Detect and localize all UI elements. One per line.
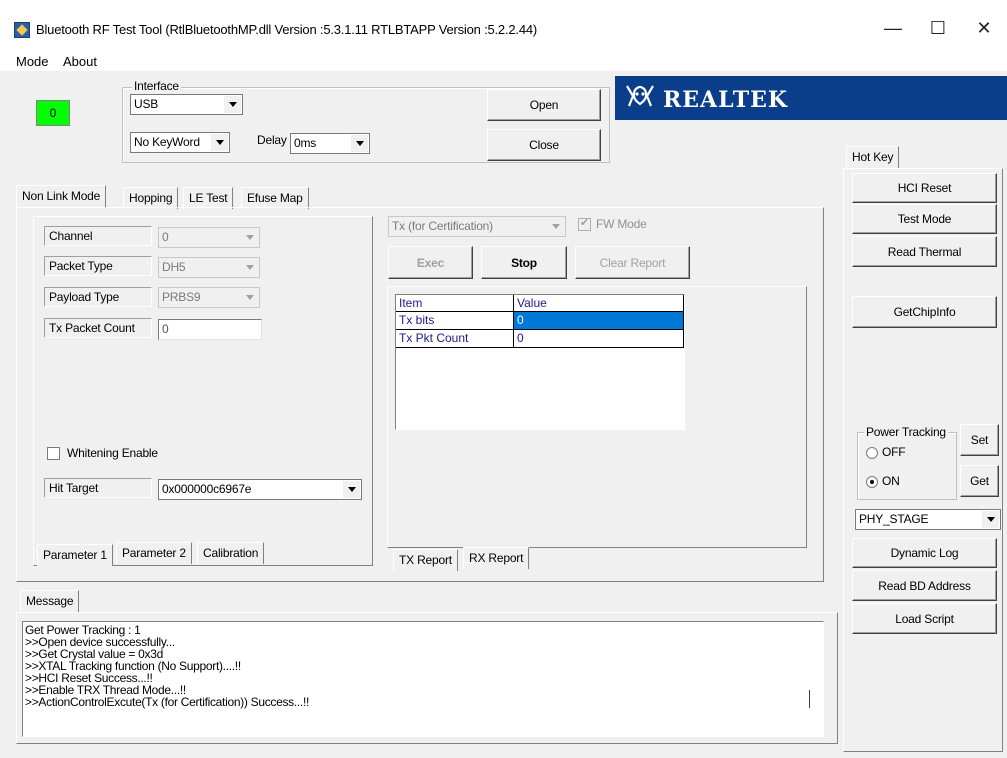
tab-hopping[interactable]: Hopping bbox=[123, 187, 179, 209]
tab-efuse-map[interactable]: Efuse Map bbox=[241, 187, 309, 209]
power-tracking-on-radio[interactable] bbox=[866, 476, 878, 488]
report-header-item: Item bbox=[396, 295, 514, 312]
text-caret bbox=[809, 690, 810, 708]
whitening-checkbox[interactable] bbox=[47, 447, 60, 460]
chevron-down-icon[interactable] bbox=[982, 511, 999, 528]
delay-label: Delay bbox=[257, 133, 287, 147]
chevron-down-icon[interactable] bbox=[343, 481, 360, 498]
maximize-button[interactable]: ☐ bbox=[915, 10, 961, 46]
report-header-value: Value bbox=[514, 295, 684, 312]
payload-type-label: Payload Type bbox=[44, 287, 152, 307]
close-window-button[interactable]: ✕ bbox=[961, 10, 1007, 46]
open-button[interactable]: Open bbox=[487, 89, 601, 121]
report-row-tx-bits-value[interactable]: 0 bbox=[514, 312, 684, 330]
clear-report-button[interactable]: Clear Report bbox=[575, 246, 690, 279]
close-button[interactable]: Close bbox=[487, 129, 601, 161]
realtek-crab-icon bbox=[626, 85, 654, 107]
stage-select[interactable]: PHY_STAGE bbox=[855, 509, 1001, 530]
interface-select[interactable]: USB bbox=[130, 94, 243, 115]
power-tracking-on-label: ON bbox=[882, 474, 900, 488]
dynamic-log-button[interactable]: Dynamic Log bbox=[852, 538, 997, 568]
power-tracking-legend: Power Tracking bbox=[864, 425, 948, 439]
tx-packet-count-input[interactable]: 0 bbox=[158, 319, 262, 340]
packet-type-select[interactable]: DH5 bbox=[158, 257, 260, 278]
menu-bar: Mode About bbox=[0, 52, 1007, 72]
menu-about[interactable]: About bbox=[63, 54, 97, 69]
channel-select[interactable]: 0 bbox=[158, 227, 260, 248]
tab-parameter-1[interactable]: Parameter 1 bbox=[37, 544, 113, 566]
hit-target-label: Hit Target bbox=[44, 478, 152, 498]
chevron-down-icon[interactable] bbox=[224, 96, 241, 113]
keyword-select[interactable]: No KeyWord bbox=[130, 132, 230, 153]
tab-rx-report[interactable]: RX Report bbox=[463, 547, 530, 569]
menu-mode[interactable]: Mode bbox=[16, 54, 49, 69]
fw-mode-checkbox[interactable] bbox=[578, 216, 591, 231]
whitening-label: Whitening Enable bbox=[67, 446, 158, 460]
realtek-logo: REALTEK bbox=[615, 76, 1007, 120]
status-indicator: 0 bbox=[36, 100, 70, 126]
interface-select-value: USB bbox=[134, 97, 159, 111]
window-title: Bluetooth RF Test Tool (RtlBluetoothMP.d… bbox=[36, 22, 538, 37]
chevron-down-icon[interactable] bbox=[241, 259, 258, 276]
test-mode-button[interactable]: Test Mode bbox=[852, 204, 997, 234]
test-mode-select-value: Tx (for Certification) bbox=[392, 219, 493, 233]
chevron-down-icon[interactable] bbox=[547, 218, 564, 235]
read-thermal-button[interactable]: Read Thermal bbox=[852, 236, 997, 267]
message-line: >>ActionControlExcute(Tx (for Certificat… bbox=[25, 695, 310, 709]
app-icon bbox=[14, 22, 30, 38]
minimize-button[interactable]: — bbox=[870, 10, 916, 46]
stage-select-value: PHY_STAGE bbox=[859, 512, 929, 526]
packet-type-label: Packet Type bbox=[44, 256, 152, 276]
power-tracking-off-label: OFF bbox=[882, 445, 906, 459]
report-table: Item Value Tx bits 0 Tx Pkt Count 0 bbox=[395, 294, 685, 430]
report-row-tx-pkt-count-value: 0 bbox=[514, 330, 684, 348]
exec-button[interactable]: Exec bbox=[388, 246, 473, 279]
load-script-button[interactable]: Load Script bbox=[852, 603, 997, 634]
hci-reset-button[interactable]: HCI Reset bbox=[852, 173, 997, 203]
tab-parameter-2[interactable]: Parameter 2 bbox=[116, 542, 192, 564]
chevron-down-icon[interactable] bbox=[241, 229, 258, 246]
tab-non-link-mode[interactable]: Non Link Mode bbox=[16, 185, 107, 207]
hit-target-select[interactable]: 0x000000c6967e bbox=[158, 479, 362, 500]
fw-mode-label: FW Mode bbox=[596, 217, 647, 231]
power-tracking-get-button[interactable]: Get bbox=[960, 465, 999, 497]
stop-button[interactable]: Stop bbox=[481, 246, 567, 279]
tab-hot-key[interactable]: Hot Key bbox=[846, 146, 900, 168]
chevron-down-icon[interactable] bbox=[211, 134, 228, 151]
power-tracking-off-radio[interactable] bbox=[866, 447, 878, 459]
packet-type-select-value: DH5 bbox=[162, 260, 186, 274]
tab-le-test[interactable]: LE Test bbox=[183, 187, 234, 209]
channel-label: Channel bbox=[44, 226, 152, 246]
get-chip-info-button[interactable]: GetChipInfo bbox=[852, 296, 997, 328]
report-row-tx-pkt-count-item: Tx Pkt Count bbox=[396, 330, 514, 348]
tx-packet-count-label: Tx Packet Count bbox=[44, 318, 152, 338]
delay-select-value: 0ms bbox=[294, 136, 317, 150]
message-log[interactable]: Get Power Tracking : 1 >>Open device suc… bbox=[22, 621, 824, 737]
read-bd-address-button[interactable]: Read BD Address bbox=[852, 570, 997, 601]
title-bar: Bluetooth RF Test Tool (RtlBluetoothMP.d… bbox=[0, 0, 1007, 52]
interface-legend: Interface bbox=[132, 79, 181, 93]
tab-message[interactable]: Message bbox=[20, 590, 80, 612]
tab-calibration[interactable]: Calibration bbox=[197, 542, 265, 564]
channel-select-value: 0 bbox=[162, 230, 169, 244]
chevron-down-icon[interactable] bbox=[351, 135, 368, 152]
delay-select[interactable]: 0ms bbox=[290, 133, 370, 154]
hit-target-select-value: 0x000000c6967e bbox=[162, 482, 252, 496]
report-row-tx-bits-item: Tx bits bbox=[396, 312, 514, 330]
payload-type-select-value: PRBS9 bbox=[162, 290, 201, 304]
brand-name: REALTEK bbox=[663, 87, 789, 113]
payload-type-select[interactable]: PRBS9 bbox=[158, 287, 260, 308]
power-tracking-group bbox=[857, 432, 957, 500]
test-mode-select[interactable]: Tx (for Certification) bbox=[388, 216, 566, 237]
keyword-select-value: No KeyWord bbox=[134, 135, 200, 149]
status-indicator-value: 0 bbox=[49, 106, 57, 120]
chevron-down-icon[interactable] bbox=[241, 289, 258, 306]
tab-tx-report[interactable]: TX Report bbox=[393, 549, 458, 571]
power-tracking-set-button[interactable]: Set bbox=[960, 424, 999, 456]
